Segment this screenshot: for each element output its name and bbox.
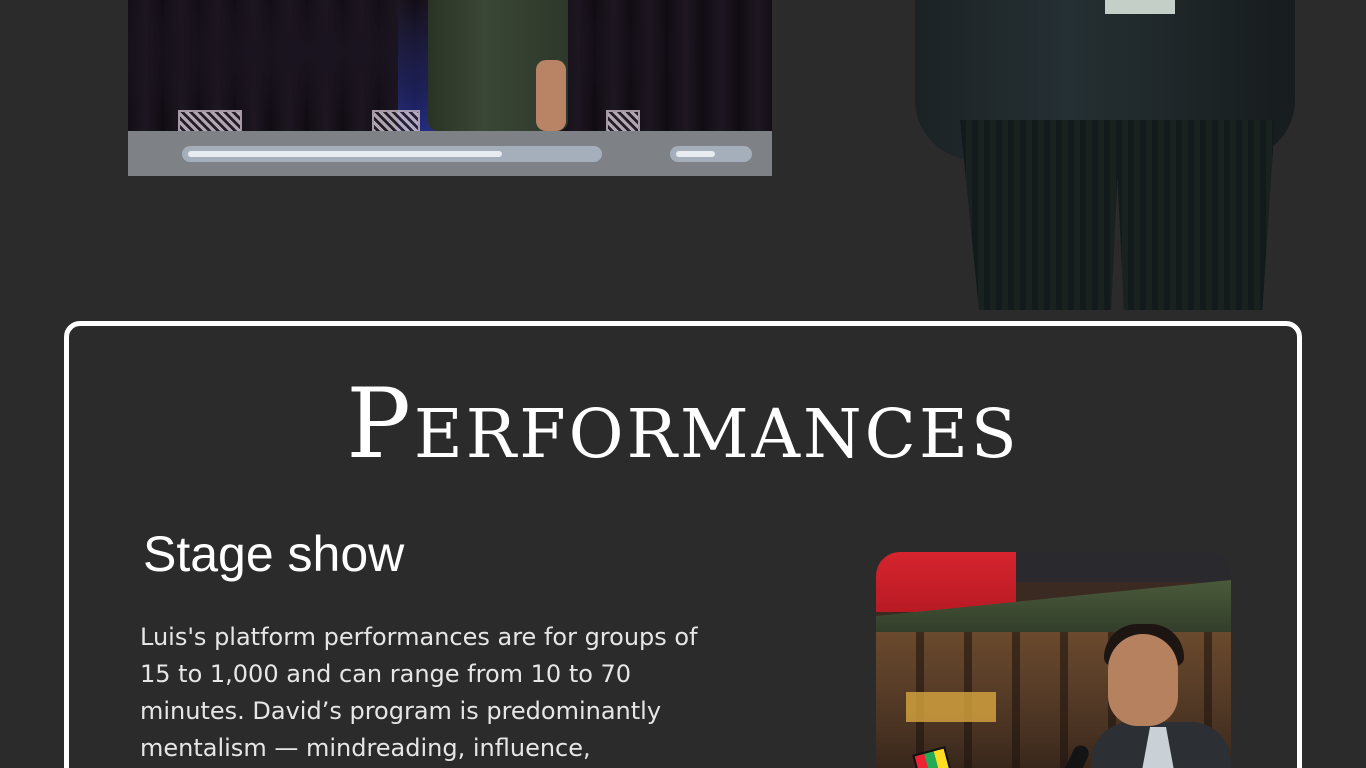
volume-slider[interactable] — [670, 146, 752, 162]
page: Performances Stage show Luis's platform … — [0, 0, 1366, 768]
video-player[interactable] — [128, 0, 772, 176]
performer-arm — [536, 60, 566, 131]
photo-red-sign — [876, 552, 1016, 612]
progress-bar[interactable] — [182, 146, 602, 162]
volume-fill — [676, 151, 715, 157]
performer-portrait-image — [915, 0, 1300, 310]
stage-show-heading: Stage show — [143, 526, 405, 582]
photo-dark-sign — [1016, 552, 1231, 582]
performances-card: Performances Stage show Luis's platform … — [64, 321, 1302, 768]
photo-light — [906, 692, 996, 722]
progress-fill — [188, 151, 502, 157]
stage-show-photo — [876, 552, 1231, 768]
photo-performer-head — [1108, 634, 1178, 726]
stage-prop-center — [372, 110, 420, 133]
performances-title: Performances — [346, 368, 1020, 480]
portrait-trousers — [960, 120, 1275, 310]
portrait-shirt — [1105, 0, 1175, 14]
stage-prop-left — [178, 110, 242, 133]
video-frame-performer-photo[interactable] — [128, 0, 772, 133]
video-controls — [128, 131, 772, 176]
stage-prop-right — [606, 110, 640, 133]
stage-show-description: Luis's platform performances are for gro… — [140, 623, 698, 762]
